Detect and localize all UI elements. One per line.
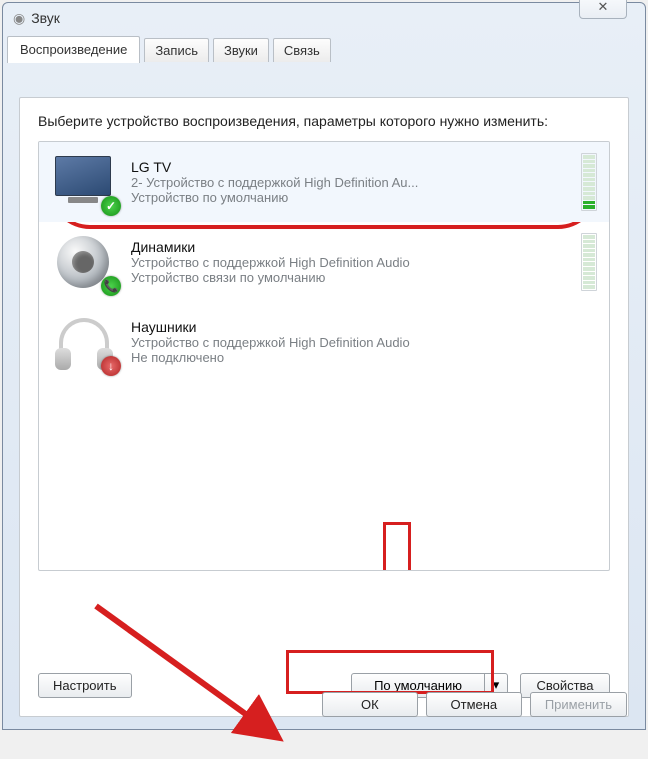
sound-dialog: ◉ Звук ✕ Воспроизведение Запись Звуки Св… [2,2,646,730]
device-status: Не подключено [131,350,597,365]
device-desc: Устройство с поддержкой High Definition … [131,335,597,350]
ok-button[interactable]: ОК [322,692,418,717]
headphones-icon: ↓ [49,312,119,372]
level-meter [581,233,597,291]
device-status: Устройство связи по умолчанию [131,270,569,285]
speaker-icon: 📞 [49,232,119,292]
tab-content: Выберите устройство воспроизведения, пар… [19,97,629,717]
device-item-speakers[interactable]: 📞 Динамики Устройство с поддержкой High … [39,222,609,302]
disconnected-badge: ↓ [101,356,121,376]
comm-default-badge: 📞 [101,276,121,296]
tab-recording[interactable]: Запись [144,38,209,62]
chevron-down-icon: ▾ [493,677,500,693]
tv-icon: ✓ [49,152,119,212]
configure-button[interactable]: Настроить [38,673,132,698]
device-list[interactable]: ✓ LG TV 2- Устройство с поддержкой High … [38,141,610,571]
window-title: Звук [31,10,60,26]
annotation-arrow-down [367,522,427,571]
dialog-buttons: ОК Отмена Применить [322,692,627,717]
titlebar[interactable]: ◉ Звук [3,3,645,33]
device-desc: 2- Устройство с поддержкой High Definiti… [131,175,569,190]
device-item-headphones[interactable]: ↓ Наушники Устройство с поддержкой High … [39,302,609,382]
instruction-text: Выберите устройство воспроизведения, пар… [20,98,628,137]
close-button[interactable]: ✕ [579,0,627,19]
tab-sounds[interactable]: Звуки [213,38,269,62]
sound-icon: ◉ [13,10,25,27]
default-check-badge: ✓ [101,196,121,216]
device-desc: Устройство с поддержкой High Definition … [131,255,569,270]
device-item-lg-tv[interactable]: ✓ LG TV 2- Устройство с поддержкой High … [39,142,609,222]
device-name: Динамики [131,239,569,255]
device-status: Устройство по умолчанию [131,190,569,205]
apply-button[interactable]: Применить [530,692,627,717]
tab-comm[interactable]: Связь [273,38,331,62]
level-meter [581,153,597,211]
device-name: LG TV [131,159,569,175]
device-name: Наушники [131,319,597,335]
tab-playback[interactable]: Воспроизведение [7,36,140,63]
cancel-button[interactable]: Отмена [426,692,522,717]
tab-strip: Воспроизведение Запись Звуки Связь [7,35,331,62]
